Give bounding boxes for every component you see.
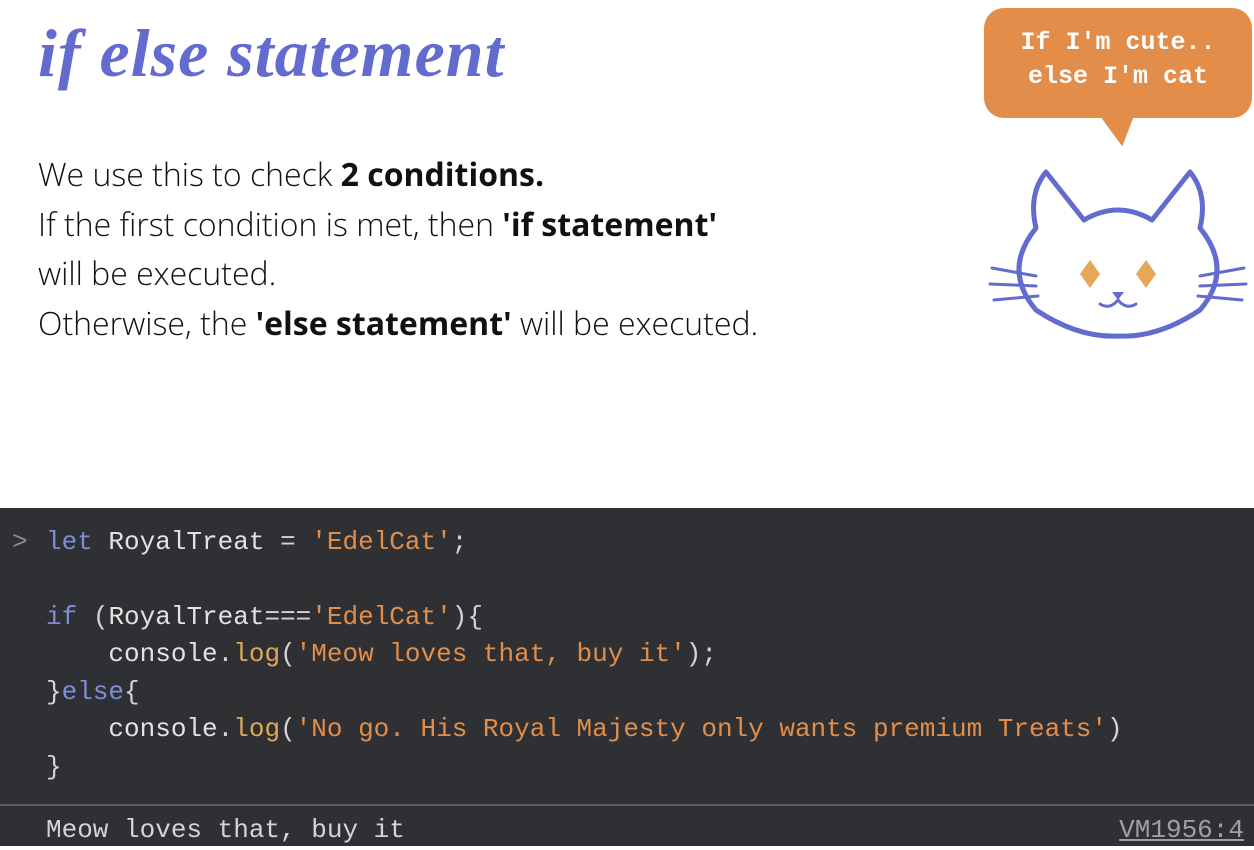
code-input-area: > let RoyalTreat = 'EdelCat'; if (RoyalT… [0,508,1254,804]
code-block: let RoyalTreat = 'EdelCat'; if (RoyalTre… [46,524,1254,786]
source-reference-link[interactable]: VM1956:4 [1119,812,1244,849]
bubble-line2: else I'm cat [1028,62,1208,91]
console-output-text: Meow loves that, buy it [46,812,405,849]
keyword-if: if [46,602,77,632]
prompt-icon: > [12,524,28,561]
console-panel: > let RoyalTreat = 'EdelCat'; if (RoyalT… [0,508,1254,846]
desc-bold-if: 'if statement' [502,203,717,246]
desc-bold-conditions: 2 conditions. [341,153,544,196]
console-obj: console [108,714,217,744]
desc-text: Otherwise, the [38,302,256,345]
console-obj: console [108,639,217,669]
console-output-row: Meow loves that, buy it VM1956:4 [0,806,1254,849]
desc-text: will be executed. [38,252,276,295]
variable-name: RoyalTreat [108,527,264,557]
string-literal: 'No go. His Royal Majesty only wants pre… [296,714,1107,744]
description-block: We use this to check 2 conditions. If th… [38,150,938,348]
desc-text: If the first condition is met, then [38,203,502,246]
string-literal: 'EdelCat' [311,602,451,632]
speech-bubble-tail [1096,102,1147,150]
cat-icon [988,150,1248,340]
log-fn: log [233,639,280,669]
variable-name: RoyalTreat [108,602,264,632]
desc-text: will be executed. [512,302,759,345]
page-title: if else statement [38,14,504,93]
log-fn: log [233,714,280,744]
string-literal: 'EdelCat' [311,527,451,557]
string-literal: 'Meow loves that, buy it' [296,639,686,669]
speech-bubble: If I'm cute.. else I'm cat [984,8,1252,118]
desc-bold-else: 'else statement' [256,302,512,345]
bubble-line1: If I'm cute.. [1020,28,1215,57]
keyword-let: let [46,527,93,557]
keyword-else: else [62,677,124,707]
desc-text: We use this to check [38,153,341,196]
